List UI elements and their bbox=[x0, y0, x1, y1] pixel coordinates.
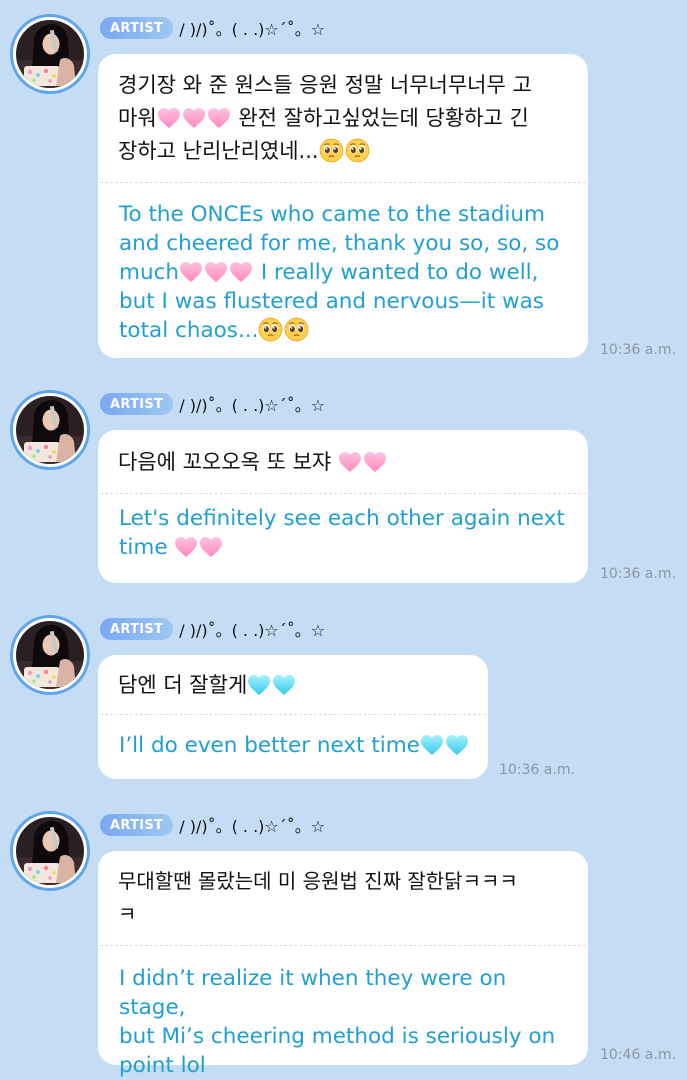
pink-heart-icon bbox=[204, 261, 228, 283]
english-translation: Let's definitely see each other again ne… bbox=[98, 494, 588, 562]
pleading-face-icon bbox=[345, 138, 370, 163]
english-translation: To the ONCEs who came to the stadium and… bbox=[98, 183, 588, 345]
english-line: point lol bbox=[119, 1053, 206, 1078]
pink-heart-icon bbox=[199, 536, 223, 558]
timestamp: 10:46 a.m. bbox=[600, 1047, 676, 1063]
korean-text: 담엔 더 잘할게 bbox=[98, 655, 488, 714]
pink-heart-icon bbox=[179, 261, 203, 283]
korean-line: 마워 완전 잘하고싶었는데 당황하고 긴 bbox=[118, 106, 529, 130]
artist-nickname: / )/)˚。( . .)☆´˚。☆ bbox=[179, 817, 326, 836]
message-header: ARTIST / )/)˚。( . .)☆´˚。☆ bbox=[100, 392, 325, 416]
timestamp: 10:36 a.m. bbox=[600, 342, 676, 358]
light-blue-heart-icon bbox=[247, 674, 271, 696]
pink-heart-icon bbox=[157, 107, 181, 129]
artist-badge: ARTIST bbox=[100, 618, 174, 640]
artist-nickname: / )/)˚。( . .)☆´˚。☆ bbox=[179, 20, 326, 39]
korean-text: 경기장 와 준 원스들 응원 정말 너무너무너무 고 마워 완전 잘하고싶었는데… bbox=[98, 54, 588, 182]
light-blue-heart-icon bbox=[272, 674, 296, 696]
artist-nickname: / )/)˚。( . .)☆´˚。☆ bbox=[179, 396, 326, 415]
light-blue-heart-icon bbox=[445, 734, 469, 756]
artist-badge: ARTIST bbox=[100, 17, 174, 39]
english-line: but I was flustered and nervous—it was bbox=[119, 289, 544, 314]
message-bubble[interactable]: 담엔 더 잘할게 I’ll do even better next time bbox=[98, 655, 488, 779]
timestamp: 10:36 a.m. bbox=[499, 762, 575, 778]
english-line: total chaos... bbox=[119, 316, 568, 345]
english-translation: I didn’t realize it when they were on st… bbox=[98, 946, 588, 1080]
pink-heart-icon bbox=[229, 261, 253, 283]
korean-line: ㅋ bbox=[118, 902, 137, 926]
message-header: ARTIST / )/)˚。( . .)☆´˚。☆ bbox=[100, 617, 325, 641]
pleading-face-icon bbox=[319, 138, 344, 163]
pink-heart-icon bbox=[338, 451, 362, 473]
korean-text: 다음에 꼬오오옥 또 보쟈 bbox=[98, 430, 588, 493]
pleading-face-icon bbox=[258, 317, 283, 342]
profile-photo bbox=[16, 621, 84, 689]
avatar[interactable] bbox=[10, 811, 90, 891]
english-line: but Mi’s cheering method is seriously on bbox=[119, 1024, 556, 1049]
english-line: much I really wanted to do well, bbox=[119, 260, 539, 285]
english-line: To the ONCEs who came to the stadium bbox=[119, 202, 545, 227]
pink-heart-icon bbox=[174, 536, 198, 558]
korean-text: 무대할땐 몰랐는데 미 응원법 진짜 잘한닭ㅋㅋㅋ ㅋ bbox=[98, 851, 588, 945]
pink-heart-icon bbox=[363, 451, 387, 473]
avatar[interactable] bbox=[10, 14, 90, 94]
avatar[interactable] bbox=[10, 615, 90, 695]
pink-heart-icon bbox=[182, 107, 206, 129]
pink-heart-icon bbox=[207, 107, 231, 129]
english-translation: I’ll do even better next time bbox=[98, 715, 488, 760]
english-line: Let's definitely see each other again ne… bbox=[119, 506, 565, 531]
english-line: and cheered for me, thank you so, so, so bbox=[119, 231, 560, 256]
korean-line: 장하고 난리난리였네... bbox=[118, 135, 568, 168]
profile-photo bbox=[16, 20, 84, 88]
message-header: ARTIST / )/)˚。( . .)☆´˚。☆ bbox=[100, 813, 325, 837]
english-line: I didn’t realize it when they were on st… bbox=[119, 966, 507, 1020]
message-bubble[interactable]: 무대할땐 몰랐는데 미 응원법 진짜 잘한닭ㅋㅋㅋ ㅋ I didn’t rea… bbox=[98, 851, 588, 1078]
light-blue-heart-icon bbox=[420, 734, 444, 756]
avatar[interactable] bbox=[10, 390, 90, 470]
profile-photo bbox=[16, 817, 84, 885]
message-bubble[interactable]: 경기장 와 준 원스들 응원 정말 너무너무너무 고 마워 완전 잘하고싶었는데… bbox=[98, 54, 588, 358]
timestamp: 10:36 a.m. bbox=[600, 566, 676, 582]
artist-badge: ARTIST bbox=[100, 393, 174, 415]
message-bubble[interactable]: 다음에 꼬오오옥 또 보쟈 Let's definitely see each … bbox=[98, 430, 588, 583]
artist-nickname: / )/)˚。( . .)☆´˚。☆ bbox=[179, 621, 326, 640]
english-line: time bbox=[119, 533, 568, 562]
pleading-face-icon bbox=[284, 317, 309, 342]
artist-badge: ARTIST bbox=[100, 814, 174, 836]
korean-line: 경기장 와 준 원스들 응원 정말 너무너무너무 고 bbox=[118, 73, 532, 97]
message-header: ARTIST / )/)˚。( . .)☆´˚。☆ bbox=[100, 16, 325, 40]
profile-photo bbox=[16, 396, 84, 464]
korean-line: 무대할땐 몰랐는데 미 응원법 진짜 잘한닭ㅋㅋㅋ bbox=[118, 869, 518, 893]
